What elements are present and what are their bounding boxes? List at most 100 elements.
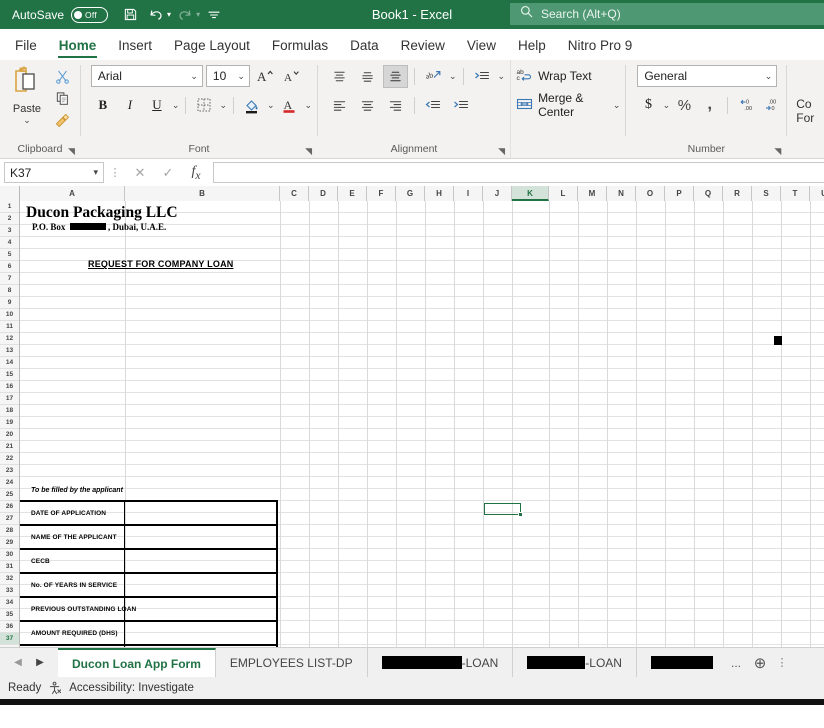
- sheet-tab-ducon-loan-app-form[interactable]: Ducon Loan App Form: [58, 648, 216, 677]
- decrease-indent-icon[interactable]: [421, 94, 446, 117]
- orientation-icon[interactable]: ab: [421, 65, 446, 88]
- previous-sheet-icon[interactable]: ◀: [8, 657, 28, 668]
- align-center-icon[interactable]: [355, 94, 380, 117]
- column-header-K[interactable]: K: [512, 186, 549, 201]
- row-header-36[interactable]: 36: [0, 621, 19, 633]
- accessibility-label[interactable]: Accessibility: Investigate: [69, 682, 194, 694]
- row-header-34[interactable]: 34: [0, 597, 19, 609]
- shrink-font-icon[interactable]: A: [280, 64, 304, 88]
- tab-home[interactable]: Home: [48, 34, 108, 60]
- column-header-E[interactable]: E: [338, 186, 367, 201]
- row-header-27[interactable]: 27: [0, 513, 19, 525]
- next-sheet-icon[interactable]: ▶: [30, 657, 50, 668]
- row-header-19[interactable]: 19: [0, 417, 19, 429]
- row-header-6[interactable]: 6: [0, 261, 19, 273]
- row-header-31[interactable]: 31: [0, 561, 19, 573]
- align-middle-icon[interactable]: [355, 65, 380, 88]
- sheet-tab-overflow[interactable]: ...: [727, 648, 745, 677]
- row-header-7[interactable]: 7: [0, 273, 19, 285]
- row-header-10[interactable]: 10: [0, 309, 19, 321]
- row-header-11[interactable]: 11: [0, 321, 19, 333]
- save-icon[interactable]: [118, 3, 142, 27]
- decrease-decimal-icon[interactable]: .000: [759, 93, 781, 117]
- row-header-12[interactable]: 12: [0, 333, 19, 345]
- column-header-D[interactable]: D: [309, 186, 338, 201]
- add-sheet-icon[interactable]: ⊕: [745, 648, 775, 677]
- row-header-32[interactable]: 32: [0, 573, 19, 585]
- underline-chevron-down-icon[interactable]: ⌄: [172, 100, 180, 111]
- row-header-3[interactable]: 3: [0, 225, 19, 237]
- row-header-4[interactable]: 4: [0, 237, 19, 249]
- increase-indent-icon[interactable]: [470, 65, 495, 88]
- selected-cell-K37[interactable]: [484, 503, 521, 515]
- autosave-control[interactable]: AutoSave Off: [12, 7, 108, 23]
- row-header-24[interactable]: 24: [0, 477, 19, 489]
- scissors-icon[interactable]: [49, 66, 75, 87]
- indent-chevron-down-icon[interactable]: ⌄: [498, 71, 506, 82]
- column-header-Q[interactable]: Q: [694, 186, 723, 201]
- comma-style-button[interactable]: ,: [699, 93, 721, 117]
- format-painter-icon[interactable]: [49, 110, 75, 131]
- row-header-23[interactable]: 23: [0, 465, 19, 477]
- font-dialog-launcher-icon[interactable]: ◥: [303, 146, 314, 157]
- font-name-chevron-down-icon[interactable]: ⌄: [190, 71, 198, 82]
- tab-page-layout[interactable]: Page Layout: [163, 34, 261, 60]
- row-header-8[interactable]: 8: [0, 285, 19, 297]
- row-header-2[interactable]: 2: [0, 213, 19, 225]
- wrap-text-button[interactable]: abc Wrap Text: [516, 67, 592, 86]
- italic-button[interactable]: I: [118, 93, 142, 117]
- insert-function-icon[interactable]: fx: [182, 164, 210, 182]
- grow-font-icon[interactable]: A: [253, 64, 277, 88]
- underline-button[interactable]: U: [145, 93, 169, 117]
- name-box-chevron-down-icon[interactable]: ▾: [93, 167, 98, 178]
- row-header-20[interactable]: 20: [0, 429, 19, 441]
- row-header-29[interactable]: 29: [0, 537, 19, 549]
- paste-button[interactable]: Paste ⌄: [5, 63, 49, 126]
- copy-icon[interactable]: [49, 88, 75, 109]
- tab-view[interactable]: View: [456, 34, 507, 60]
- row-header-35[interactable]: 35: [0, 609, 19, 621]
- confirm-icon[interactable]: ✓: [154, 165, 182, 181]
- sheet-tab-employees-list-dp[interactable]: EMPLOYEES LIST-DP: [216, 648, 368, 677]
- sheet-tab-redacted-loan-2[interactable]: -LOAN: [513, 648, 637, 677]
- number-format-chevron-down-icon[interactable]: ⌄: [765, 71, 773, 82]
- tab-help[interactable]: Help: [507, 34, 557, 60]
- percent-style-button[interactable]: %: [673, 93, 695, 117]
- font-color-icon[interactable]: A: [278, 93, 302, 117]
- column-header-F[interactable]: F: [367, 186, 396, 201]
- name-box[interactable]: K37 ▾: [4, 162, 104, 183]
- merge-center-chevron-down-icon[interactable]: ⌄: [613, 100, 621, 111]
- fill-handle[interactable]: [518, 512, 523, 517]
- alignment-dialog-launcher-icon[interactable]: ◥: [496, 146, 507, 157]
- column-header-I[interactable]: I: [454, 186, 483, 201]
- row-header-37[interactable]: 37: [0, 633, 19, 645]
- column-header-N[interactable]: N: [607, 186, 636, 201]
- orientation-chevron-down-icon[interactable]: ⌄: [449, 71, 457, 82]
- tab-data[interactable]: Data: [339, 34, 390, 60]
- column-header-J[interactable]: J: [483, 186, 512, 201]
- undo-dropdown-icon[interactable]: ▾: [167, 10, 171, 19]
- font-size-chevron-down-icon[interactable]: ⌄: [237, 71, 245, 82]
- column-header-H[interactable]: H: [425, 186, 454, 201]
- row-header-13[interactable]: 13: [0, 345, 19, 357]
- row-header-5[interactable]: 5: [0, 249, 19, 261]
- align-left-icon[interactable]: [327, 94, 352, 117]
- align-top-icon[interactable]: [327, 65, 352, 88]
- column-header-C[interactable]: C: [280, 186, 309, 201]
- row-header-38[interactable]: 38: [0, 645, 19, 647]
- number-format-combo[interactable]: General ⌄: [637, 65, 777, 87]
- column-header-T[interactable]: T: [781, 186, 810, 201]
- row-header-30[interactable]: 30: [0, 549, 19, 561]
- row-header-22[interactable]: 22: [0, 453, 19, 465]
- tab-review[interactable]: Review: [390, 34, 456, 60]
- customize-quick-access-icon[interactable]: [202, 3, 226, 27]
- row-header-18[interactable]: 18: [0, 405, 19, 417]
- row-header-26[interactable]: 26: [0, 501, 19, 513]
- row-header-1[interactable]: 1: [0, 201, 19, 213]
- column-header-U[interactable]: U: [810, 186, 824, 201]
- paste-dropdown-icon[interactable]: ⌄: [23, 115, 31, 126]
- increase-indent-right-icon[interactable]: [449, 94, 474, 117]
- row-header-15[interactable]: 15: [0, 369, 19, 381]
- borders-icon[interactable]: [192, 93, 216, 117]
- sheet-tab-redacted-loan-1[interactable]: -LOAN: [368, 648, 514, 677]
